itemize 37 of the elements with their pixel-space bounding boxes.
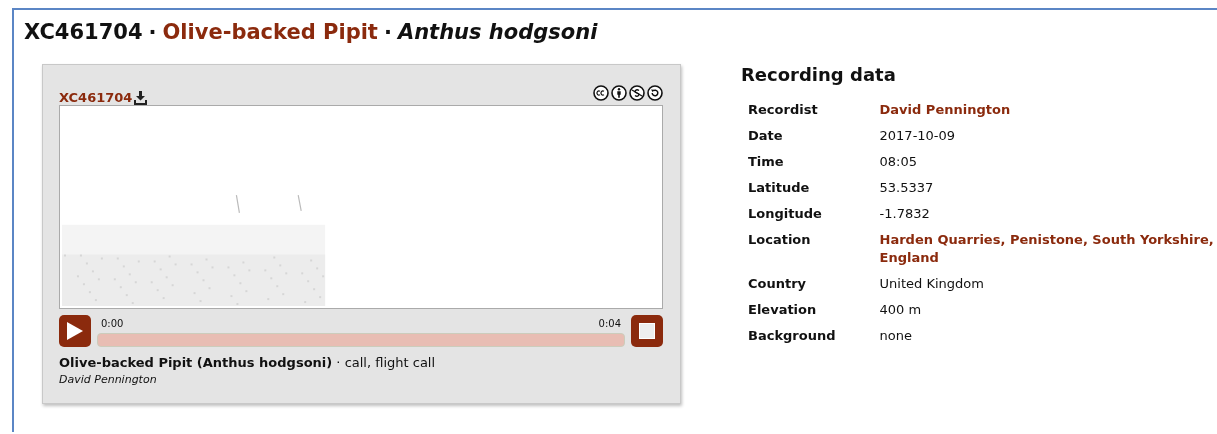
- field-value: 400 m: [879, 301, 923, 319]
- field-label: Location: [748, 231, 880, 275]
- field-label: Latitude: [748, 179, 880, 205]
- field-value: United Kingdom: [879, 275, 985, 293]
- play-icon: [66, 321, 84, 341]
- field-value: none: [879, 327, 913, 345]
- person-icon: [611, 85, 627, 101]
- scientific-name: Anthus hodgsoni: [397, 20, 598, 44]
- field-value: 08:05: [879, 153, 918, 171]
- field-value: 2017-10-09: [879, 127, 957, 145]
- recording-caption: Olive-backed Pipit (Anthus hodgsoni) · call, flight call: [59, 355, 437, 370]
- recordist-name: David Pennington: [59, 373, 158, 386]
- stop-icon: [638, 322, 656, 340]
- field-value: -1.7832: [879, 205, 931, 223]
- separator: ·: [148, 20, 157, 44]
- elapsed-time: 0:00: [101, 318, 124, 329]
- section-heading: Recording data: [741, 64, 897, 85]
- no-money-icon: [629, 85, 645, 101]
- field-label: Country: [748, 275, 880, 301]
- field-label: Background: [748, 327, 880, 353]
- field-label: Time: [748, 153, 880, 179]
- field-value: 53.5337: [879, 179, 935, 197]
- stop-button[interactable]: [631, 315, 663, 347]
- field-label: Elevation: [748, 301, 880, 327]
- field-label: Recordist: [748, 101, 880, 127]
- creative-commons-icon: [593, 85, 609, 101]
- catalogue-link[interactable]: XC461704: [59, 90, 133, 105]
- duration: 0:04: [598, 318, 621, 329]
- field-link[interactable]: David Pennington: [879, 101, 1217, 119]
- field-label: Date: [748, 127, 880, 153]
- separator: ·: [383, 20, 392, 44]
- field-label: Longitude: [748, 205, 880, 231]
- recording-id: XC461704: [24, 20, 143, 44]
- play-button[interactable]: [59, 315, 91, 347]
- field-link[interactable]: Harden Quarries, Penistone, South Yorkshire, England: [879, 231, 1217, 267]
- species-link[interactable]: Olive-backed Pipit: [162, 20, 378, 44]
- download-icon[interactable]: [134, 91, 148, 105]
